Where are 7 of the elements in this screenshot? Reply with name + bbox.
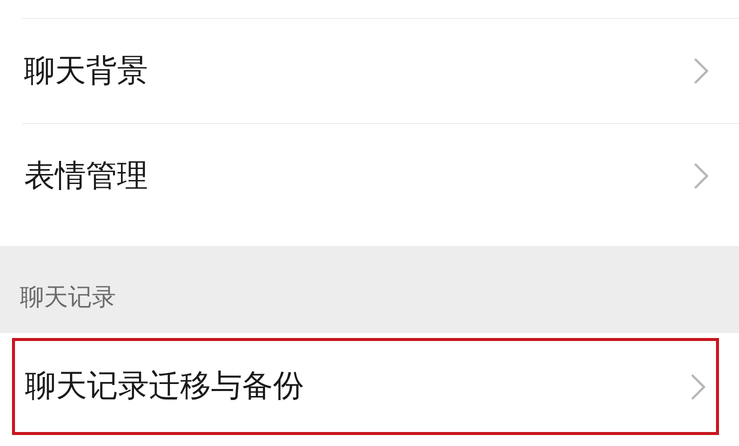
chevron-icon	[690, 372, 706, 400]
settings-row[interactable]: 表情管理	[22, 123, 739, 228]
settings-row[interactable]: 聊天背景	[22, 18, 739, 123]
chevron-icon	[693, 162, 709, 190]
section-header: 聊天记录	[20, 282, 116, 313]
chevron-icon	[693, 57, 709, 85]
settings-row[interactable]: 聊天记录迁移与备份	[12, 338, 719, 435]
